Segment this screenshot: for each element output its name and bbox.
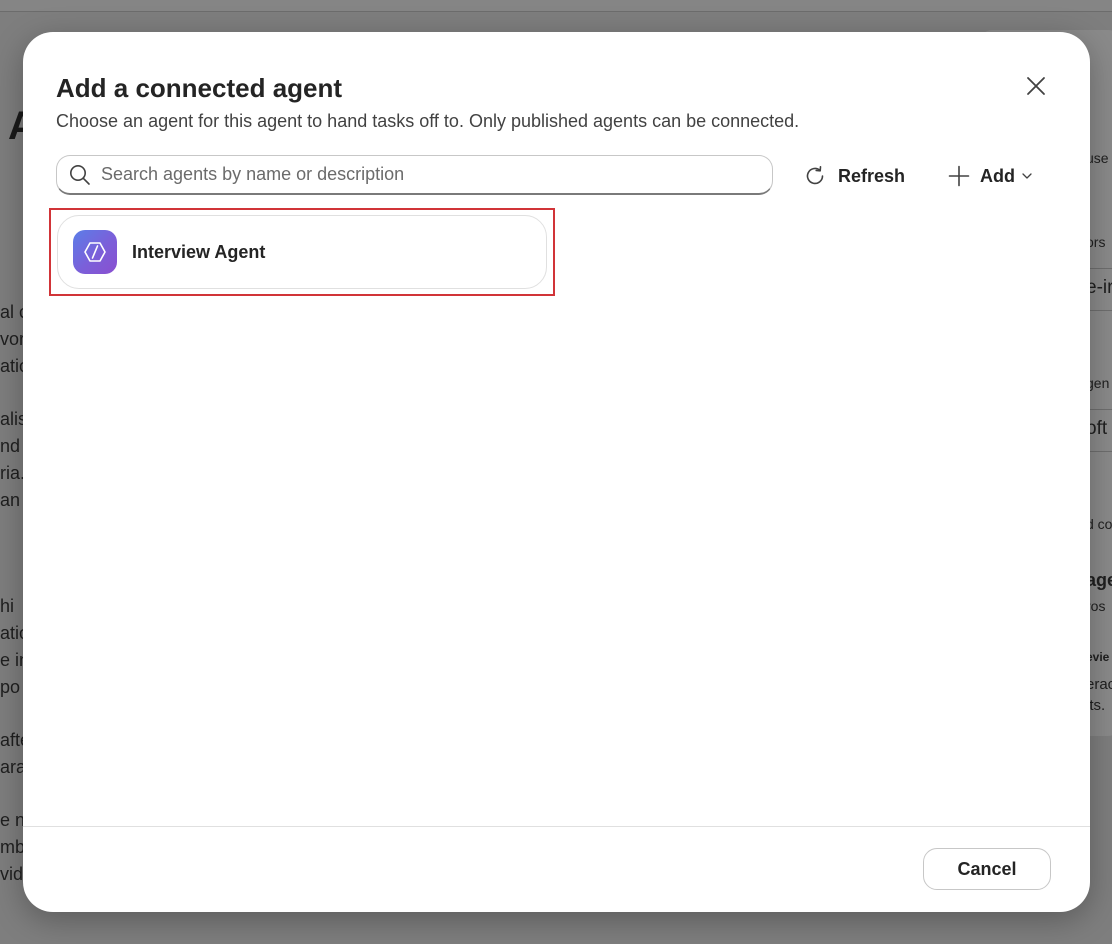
refresh-button-label: Refresh (838, 165, 906, 186)
add-button-label: Add (980, 165, 1015, 186)
background-text-fragment: vor (0, 329, 26, 349)
close-icon (1027, 77, 1045, 95)
agent-card-interview-agent[interactable]: Interview Agent (57, 215, 547, 289)
background-topbar (0, 0, 1112, 12)
chevron-down-icon (1021, 170, 1033, 182)
background-text-fragment: an (0, 490, 21, 510)
agent-name: Interview Agent (132, 241, 266, 262)
close-button[interactable] (1020, 70, 1052, 102)
background-text-fragment: ria. (0, 463, 26, 483)
background-text-fragment: po (0, 677, 21, 697)
plus-icon (948, 165, 970, 187)
search-box (56, 155, 773, 195)
refresh-icon (806, 166, 824, 185)
background-text-fragment: hi (0, 596, 15, 616)
code-brackets-icon (84, 242, 106, 262)
connected-agent-dialog: Add a connected agent Choose an agent fo… (23, 32, 1090, 912)
background-text-fragment: e n (0, 810, 26, 830)
add-button[interactable]: Add (948, 160, 1033, 192)
dialog-title: Add a connected agent (56, 73, 343, 103)
search-input[interactable] (99, 163, 743, 186)
footer-divider (23, 826, 1090, 827)
search-icon (70, 164, 90, 185)
cancel-button[interactable]: Cancel (923, 848, 1051, 890)
dialog-subtitle: Choose an agent for this agent to hand t… (56, 111, 800, 131)
agent-avatar (73, 230, 117, 274)
refresh-button[interactable]: Refresh (804, 160, 905, 192)
